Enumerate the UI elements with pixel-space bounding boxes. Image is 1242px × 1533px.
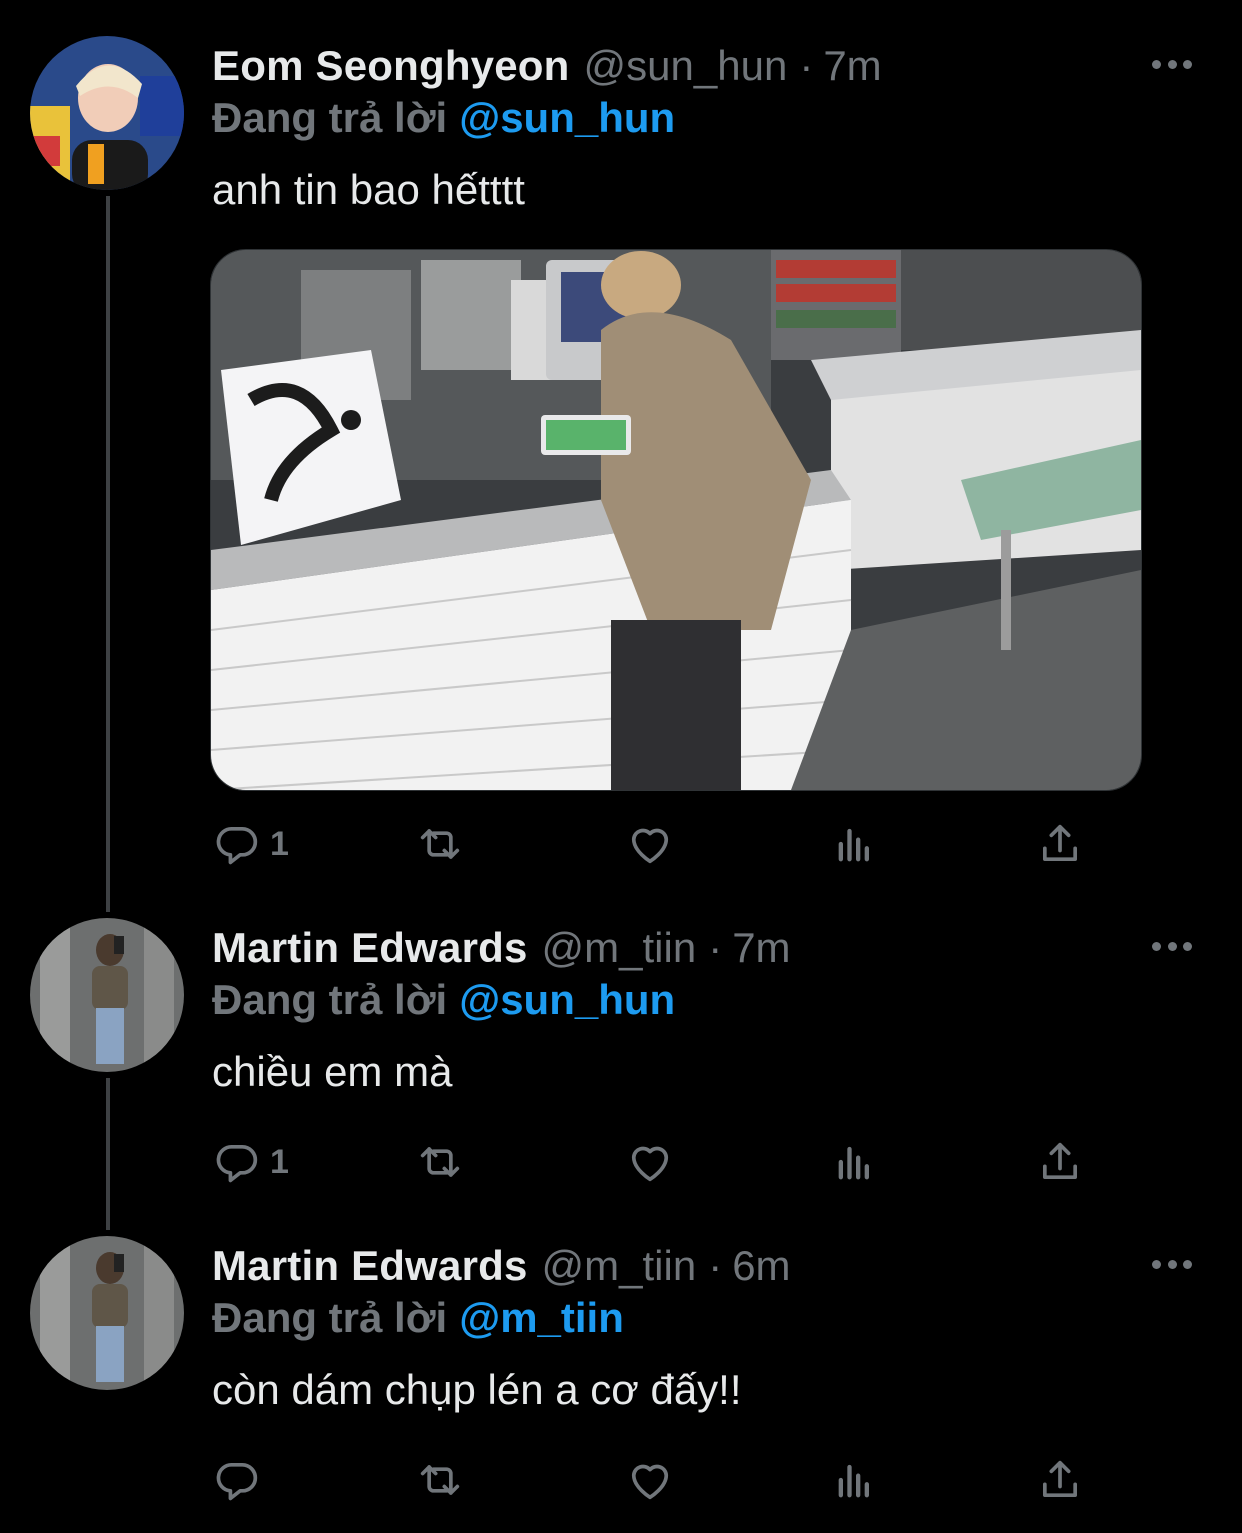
more-icon[interactable]: [1152, 52, 1192, 76]
tweet-text: chiều em mà: [212, 1048, 453, 1095]
reply-icon: [216, 826, 258, 865]
avatar-photo: [30, 36, 184, 190]
display-name[interactable]: Martin Edwards: [212, 924, 528, 972]
retweet-button[interactable]: [414, 814, 466, 874]
replying-to-label: Đang trả lời: [212, 94, 448, 141]
reply-count: 1: [270, 1142, 289, 1181]
retweet-button[interactable]: [414, 1132, 466, 1192]
replying-to: Đang trả lời @m_tiin: [212, 1294, 624, 1342]
retweet-icon: [420, 829, 460, 859]
tweet-text: anh tin bao hếtttt: [212, 166, 525, 213]
tweet-actions: 1: [212, 814, 1092, 874]
replying-to: Đang trả lời @sun_hun: [212, 976, 675, 1024]
avatar[interactable]: [30, 36, 184, 190]
share-icon: [1042, 824, 1078, 862]
views-icon: [838, 828, 869, 862]
avatar[interactable]: [30, 918, 184, 1072]
display-name[interactable]: Eom Seonghyeon: [212, 42, 570, 90]
timestamp[interactable]: 6m: [732, 1242, 790, 1290]
share-icon: [1042, 1460, 1078, 1498]
avatar-photo: [30, 1236, 184, 1390]
reply-count: 1: [270, 824, 289, 863]
timestamp[interactable]: 7m: [732, 924, 790, 972]
heart-icon: [631, 828, 669, 864]
user-handle[interactable]: @m_tiin: [542, 924, 697, 972]
reply-icon: [216, 1144, 258, 1183]
views-button[interactable]: [830, 814, 882, 874]
replying-to-label: Đang trả lời: [212, 1294, 448, 1341]
views-button[interactable]: [830, 1450, 882, 1510]
tweet-header: Eom Seonghyeon @sun_hun · 7m: [212, 36, 882, 96]
share-icon: [1042, 1142, 1078, 1180]
like-button[interactable]: [624, 1132, 676, 1192]
restaurant-photo: [211, 250, 1141, 790]
tweet-media-photo[interactable]: [210, 249, 1142, 791]
tweet[interactable]: Martin Edwards @m_tiin · 6m Đang trả lời…: [0, 1236, 1242, 1526]
like-button[interactable]: [624, 814, 676, 874]
mention-link[interactable]: @sun_hun: [459, 976, 675, 1023]
views-button[interactable]: [830, 1132, 882, 1192]
share-button[interactable]: [1034, 1132, 1086, 1192]
user-handle[interactable]: @m_tiin: [542, 1242, 697, 1290]
separator: ·: [708, 1242, 723, 1289]
avatar-photo: [30, 918, 184, 1072]
views-icon: [838, 1464, 869, 1498]
mention-link[interactable]: @m_tiin: [459, 1294, 624, 1341]
heart-icon: [631, 1464, 669, 1500]
tweet-header: Martin Edwards @m_tiin · 7m: [212, 918, 791, 978]
reply-button[interactable]: 1: [212, 1132, 289, 1192]
tweet-actions: 1: [212, 1132, 1092, 1192]
retweet-icon: [420, 1147, 460, 1177]
mention-link[interactable]: @sun_hun: [459, 94, 675, 141]
retweet-button[interactable]: [414, 1450, 466, 1510]
display-name[interactable]: Martin Edwards: [212, 1242, 528, 1290]
tweet-text: còn dám chụp lén a cơ đấy!!: [212, 1366, 742, 1413]
share-button[interactable]: [1034, 814, 1086, 874]
more-icon[interactable]: [1152, 1252, 1192, 1276]
separator: ·: [799, 42, 814, 89]
tweet-header: Martin Edwards @m_tiin · 6m: [212, 1236, 791, 1296]
share-button[interactable]: [1034, 1450, 1086, 1510]
reply-button[interactable]: 1: [212, 814, 289, 874]
separator: ·: [708, 924, 723, 971]
retweet-icon: [420, 1465, 460, 1495]
user-handle[interactable]: @sun_hun: [584, 42, 788, 90]
heart-icon: [631, 1146, 669, 1182]
tweet[interactable]: Martin Edwards @m_tiin · 7m Đang trả lời…: [0, 918, 1242, 1218]
replying-to: Đang trả lời @sun_hun: [212, 94, 675, 142]
reply-button[interactable]: [212, 1450, 270, 1510]
replying-to-label: Đang trả lời: [212, 976, 448, 1023]
tweet-actions: [212, 1450, 1092, 1510]
timestamp[interactable]: 7m: [823, 42, 881, 90]
views-icon: [838, 1146, 869, 1180]
reply-icon: [216, 1462, 258, 1501]
tweet[interactable]: Eom Seonghyeon @sun_hun · 7m Đang trả lờ…: [0, 36, 1242, 896]
avatar[interactable]: [30, 1236, 184, 1390]
more-icon[interactable]: [1152, 934, 1192, 958]
like-button[interactable]: [624, 1450, 676, 1510]
